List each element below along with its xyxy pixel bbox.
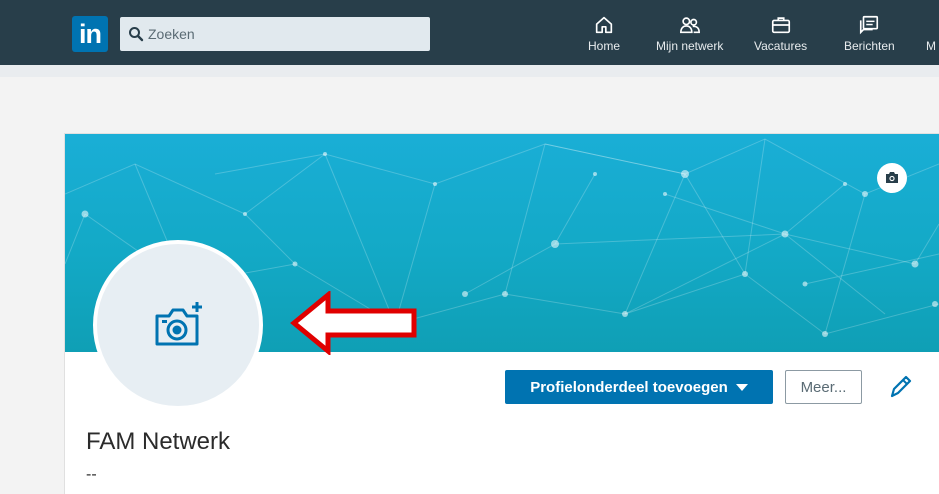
search-icon [129,27,144,42]
pencil-edit-icon[interactable] [887,373,913,401]
top-navbar: in Home Mijn netwerk Vacatures [0,0,939,65]
nav-home-label: Home [588,39,621,53]
more-button[interactable]: Meer... [785,370,862,404]
profile-photo-placeholder[interactable] [93,240,263,410]
add-photo-camera-icon [155,302,202,346]
nav-notifications[interactable]: M [926,14,939,62]
nav-messages[interactable]: Berichten [844,14,895,62]
nav-notifications-label: M [926,39,936,53]
nav-my-network[interactable]: Mijn netwerk [656,14,723,62]
profile-name: FAM Netwerk [86,428,231,455]
nav-jobs[interactable]: Vacatures [754,14,807,62]
nav-jobs-label: Vacatures [754,39,808,53]
caret-down-icon [735,383,748,391]
camera-icon [886,172,898,183]
navbar-shadow-strip [0,65,939,77]
linkedin-logo[interactable]: in [72,16,108,52]
add-profile-section-button[interactable]: Profielonderdeel toevoegen [505,370,773,404]
nav-my-network-label: Mijn netwerk [656,39,724,53]
profile-card: Profielonderdeel toevoegen Meer... FAM N… [65,134,939,494]
add-profile-section-label: Profielonderdeel toevoegen [530,378,728,396]
nav-home[interactable]: Home [588,14,620,62]
search-box[interactable] [120,17,430,51]
edit-banner-photo-button[interactable] [877,163,907,193]
briefcase-icon [771,17,790,34]
search-input[interactable] [148,17,418,51]
profile-headline: -- [86,466,97,483]
home-icon [595,16,613,34]
messages-icon [860,15,879,35]
people-icon [679,17,700,34]
nav-messages-label: Berichten [844,39,895,53]
red-arrow-icon [290,291,417,355]
